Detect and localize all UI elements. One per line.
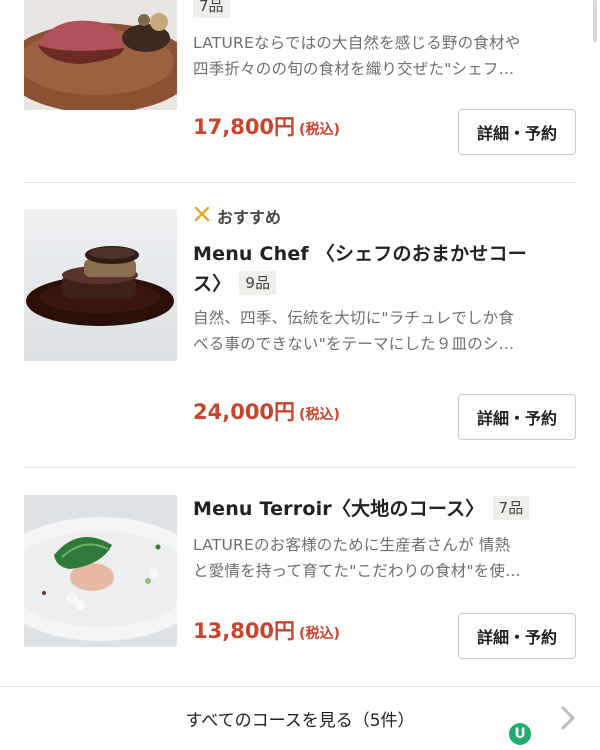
course-2-description: 自然、四季、伝統を大切に"ラチュレでしか食 べる事のできない"をテーマにした９皿… xyxy=(193,309,515,353)
course-1-image[interactable] xyxy=(24,0,177,110)
course-1-description: LATUREならではの大自然を感じる野の食材や 四季折々のの旬の食材を織り交ぜた… xyxy=(193,34,521,78)
course-3-count-badge: 7品 xyxy=(492,496,530,520)
chevron-right-icon xyxy=(560,698,576,738)
course-2-price: 24,000円 (税込) xyxy=(193,400,340,424)
course-card-1: 7品 LATUREならではの大自然を感じる野の食材や 四季折々のの旬の食材を織り… xyxy=(24,0,576,182)
course-1-count-badge: 7品 xyxy=(193,0,230,18)
recommend-label: おすすめ xyxy=(193,205,576,227)
course-3-image[interactable] xyxy=(24,495,177,647)
course-1-detail-reserve-button[interactable]: 詳細・予約 xyxy=(458,109,576,155)
crossed-cutlery-icon xyxy=(193,205,211,227)
course-card-2: おすすめ Menu Chef 〈シェフのおまかせコー ス〉 9品 自然、四季、伝統… xyxy=(24,183,576,467)
view-all-courses-link[interactable]: すべてのコースを見る（5件） xyxy=(0,686,600,750)
course-3-description: LATUREのお客様のために生産者さんが 情熱 と愛情を持って育てた"こだわりの… xyxy=(193,536,521,580)
course-3-title[interactable]: Menu Terroir〈大地のコース〉 7品 xyxy=(193,494,576,524)
scrollbar[interactable] xyxy=(593,0,597,42)
watermark-logo-icon: U xyxy=(509,723,531,745)
course-1-price: 17,800円 (税込) xyxy=(193,115,340,139)
course-3-detail-reserve-button[interactable]: 詳細・予約 xyxy=(458,613,576,659)
course-2-image[interactable] xyxy=(24,209,177,361)
course-2-count-badge: 9品 xyxy=(239,271,277,295)
course-card-3: Menu Terroir〈大地のコース〉 7品 LATUREのお客様のために生産者… xyxy=(24,468,576,686)
course-2-detail-reserve-button[interactable]: 詳細・予約 xyxy=(458,394,576,440)
course-3-price: 13,800円 (税込) xyxy=(193,619,340,643)
course-2-title[interactable]: Menu Chef 〈シェフのおまかせコー ス〉 9品 xyxy=(193,239,576,299)
